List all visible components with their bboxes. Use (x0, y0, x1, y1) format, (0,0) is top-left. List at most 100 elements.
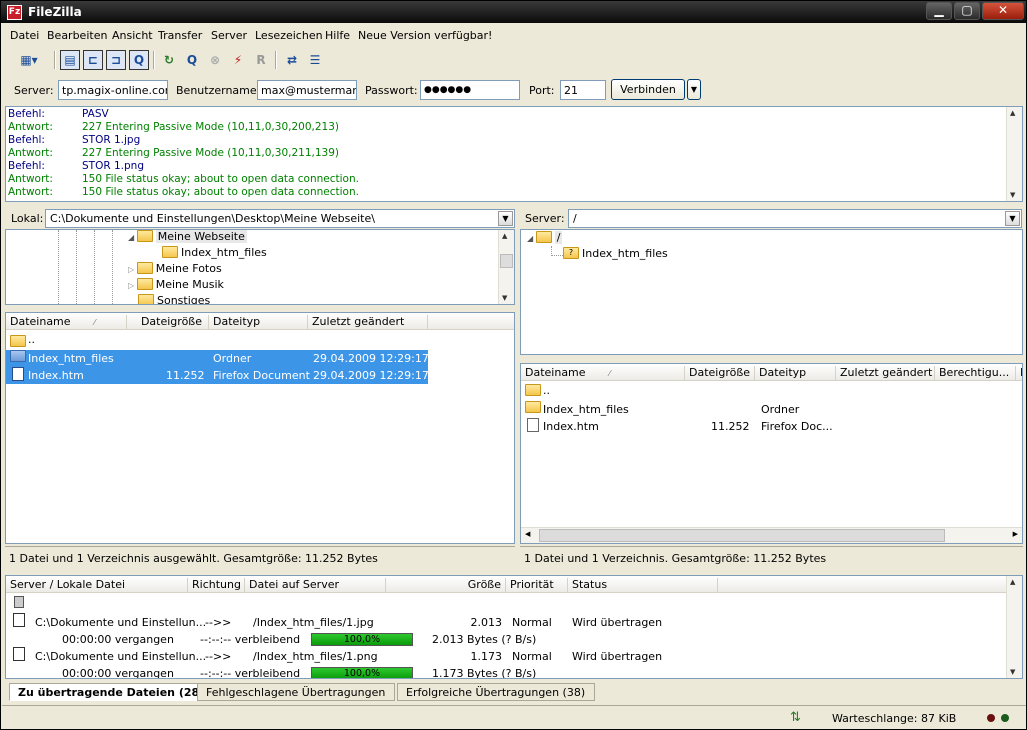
menu-lesezeichen[interactable]: Lesezeichen (255, 29, 323, 42)
menu-ansicht[interactable]: Ansicht (112, 29, 153, 42)
queue-size-text: Warteschlange: 87 KiB (832, 712, 957, 725)
tree-item-meine-musik[interactable]: ▷ Meine Musik (128, 278, 224, 294)
server-label: Server: (14, 84, 54, 97)
progress-bar: 100,0% (311, 633, 413, 646)
send-led-icon (1001, 714, 1009, 722)
folder-up-icon (10, 335, 26, 347)
tab-successful-transfers[interactable]: Erfolgreiche Übertragungen (38) (397, 683, 595, 701)
col-remote-file[interactable]: Datei auf Server (245, 578, 386, 593)
queue-item[interactable]: C:\Dokumente und Einstellun... -->> /Ind… (6, 613, 1006, 631)
col-filesize[interactable]: Dateigröße (127, 315, 209, 330)
remote-status-bar: 1 Datei und 1 Verzeichnis. Gesamtgröße: … (520, 546, 1023, 568)
col-filename[interactable]: Dateiname ⁄ (521, 366, 685, 381)
col-priority[interactable]: Priorität (506, 578, 568, 593)
transfer-queue: Server / Lokale Datei Richtung Datei auf… (5, 575, 1023, 679)
list-item[interactable]: Index_htm_files Ordner (521, 401, 1022, 418)
local-path-combo[interactable]: C:\Dokumente und Einstellungen\Desktop\M… (45, 209, 515, 228)
filezilla-window: Fz FileZilla ▁ ▢ ✕ Datei Bearbeiten Ansi… (0, 0, 1027, 730)
local-file-list: Dateiname ⁄ Dateigröße Dateityp Zuletzt … (5, 312, 515, 544)
username-label: Benutzername: (176, 84, 261, 97)
password-input[interactable]: ●●●●●● (420, 80, 520, 100)
tree-item-root[interactable]: ◢ / (527, 231, 563, 247)
filezilla-logo-icon: Fz (7, 5, 22, 20)
col-filename[interactable]: Dateiname ⁄ (6, 315, 127, 330)
remote-list-hscrollbar[interactable]: ◀ ▶ (521, 527, 1022, 543)
remote-path-dropdown-icon[interactable]: ▼ (1005, 211, 1020, 226)
reconnect-icon[interactable]: R (251, 50, 271, 70)
remote-list-header: Dateiname ⁄ Dateigröße Dateityp Zuletzt … (521, 364, 1022, 381)
tree-item-meine-fotos[interactable]: ▷ Meine Fotos (128, 262, 222, 278)
col-size[interactable]: Größe (386, 578, 506, 593)
local-tree-toggle-icon[interactable]: ⊏ (83, 50, 103, 70)
toolbar: ▦▾ ▤ ⊏ ⊐ Q ↻ Q ⊗ ⚡ R ⇄ ☰ (2, 47, 1026, 73)
html-file-icon (12, 367, 24, 381)
col-local-file[interactable]: Server / Lokale Datei (6, 578, 188, 593)
progress-bar: 100,0% (311, 667, 413, 678)
close-button[interactable]: ✕ (982, 2, 1024, 20)
connect-button[interactable]: Verbinden (611, 79, 685, 100)
tab-queued-files[interactable]: Zu übertragende Dateien (28) (9, 683, 214, 701)
log-scrollbar[interactable]: ▲ ▼ (1006, 107, 1022, 201)
tab-failed-transfers[interactable]: Fehlgeschlagene Übertragungen (197, 683, 395, 701)
html-file-icon (527, 418, 539, 432)
local-directory-tree: ◢ Meine Webseite Index_htm_files ▷ Meine… (5, 229, 515, 305)
title-bar: Fz FileZilla ▁ ▢ ✕ (1, 1, 1026, 23)
col-filetype[interactable]: Dateityp (209, 315, 308, 330)
process-queue-icon[interactable]: Q (182, 50, 202, 70)
username-input[interactable]: max@mustermann.de (257, 80, 357, 100)
port-label: Port: (529, 84, 555, 97)
site-manager-icon[interactable]: ▦▾ (14, 50, 44, 70)
minimize-button[interactable]: ▁ (926, 2, 952, 20)
local-path-label: Lokal: (11, 212, 44, 225)
quickconnect-dropdown-icon[interactable]: ▼ (687, 79, 701, 100)
folder-icon (10, 350, 26, 362)
menu-server[interactable]: Server (211, 29, 247, 42)
tree-item-meine-webseite[interactable]: ◢ Meine Webseite (128, 230, 247, 246)
queue-scrollbar[interactable]: ▲ ▼ (1006, 576, 1022, 678)
refresh-icon[interactable]: ↻ (159, 50, 179, 70)
compare-directories-icon[interactable]: ⇄ (282, 50, 302, 70)
col-permissions[interactable]: Berechtigu... (935, 366, 1016, 381)
folder-icon (136, 262, 153, 274)
tree-item-index-htm-files[interactable]: Index_htm_files (162, 246, 267, 262)
menu-datei[interactable]: Datei (10, 29, 39, 42)
tree-item-remote-index-htm-files[interactable]: ? Index_htm_files (563, 247, 668, 263)
remote-path-combo[interactable]: / ▼ (568, 209, 1022, 228)
col-modified[interactable]: Zuletzt geändert (308, 315, 428, 330)
col-modified[interactable]: Zuletzt geändert (836, 366, 935, 381)
menu-new-version[interactable]: Neue Version verfügbar! (358, 29, 492, 42)
list-item[interactable]: Index_htm_files Ordner 29.04.2009 12:29:… (6, 350, 429, 367)
message-log: Befehl: PASV Antwort: 227 Entering Passive… (5, 106, 1023, 202)
local-path-dropdown-icon[interactable]: ▼ (498, 211, 513, 226)
local-tree-scrollbar[interactable]: ▲ ▼ (498, 230, 514, 304)
list-item[interactable]: .. (521, 384, 1022, 401)
bottom-status-bar: ⇅ Warteschlange: 87 KiB (2, 705, 1026, 729)
list-item[interactable]: .. (6, 333, 428, 350)
list-item[interactable]: Index.htm 11.252 Firefox Document 29.04.… (6, 367, 429, 384)
queue-toggle-icon[interactable]: Q (129, 50, 149, 70)
local-list-header: Dateiname ⁄ Dateigröße Dateityp Zuletzt … (6, 313, 514, 330)
col-filesize[interactable]: Dateigröße (685, 366, 755, 381)
filter-icon[interactable]: ☰ (305, 50, 325, 70)
tree-item-sonstiges[interactable]: Sonstiges (138, 294, 210, 304)
queue-item[interactable]: C:\Dokumente und Einstellun... -->> /Ind… (6, 647, 1006, 665)
folder-icon (138, 294, 154, 304)
col-direction[interactable]: Richtung (188, 578, 245, 593)
folder-icon (525, 401, 541, 413)
col-owner[interactable]: B (1016, 366, 1022, 381)
disconnect-icon[interactable]: ⚡ (228, 50, 248, 70)
menu-bearbeiten[interactable]: Bearbeiten (47, 29, 107, 42)
folder-open-icon (136, 230, 153, 242)
col-filetype[interactable]: Dateityp (755, 366, 836, 381)
menu-hilfe[interactable]: Hilfe (325, 29, 350, 42)
menu-transfer[interactable]: Transfer (158, 29, 202, 42)
server-input[interactable]: tp.magix-online.com (58, 80, 168, 100)
col-status[interactable]: Status (568, 578, 718, 593)
port-input[interactable]: 21 (560, 80, 606, 100)
maximize-button[interactable]: ▢ (954, 2, 980, 20)
message-log-toggle-icon[interactable]: ▤ (60, 50, 80, 70)
folder-icon (136, 278, 153, 290)
list-item[interactable]: Index.htm 11.252 Firefox Doc... (521, 418, 1022, 435)
remote-tree-toggle-icon[interactable]: ⊐ (106, 50, 126, 70)
cancel-icon[interactable]: ⊗ (205, 50, 225, 70)
